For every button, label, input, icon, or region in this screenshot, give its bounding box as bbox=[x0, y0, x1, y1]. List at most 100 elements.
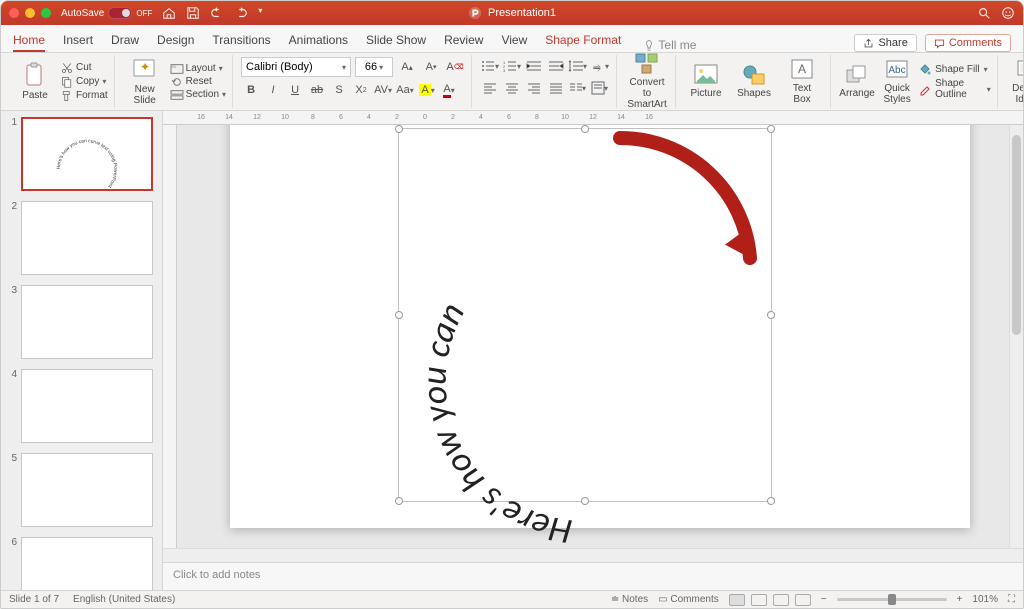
align-right-button[interactable] bbox=[524, 79, 544, 97]
tab-animations[interactable]: Animations bbox=[289, 27, 348, 52]
underline-button[interactable]: U bbox=[285, 81, 305, 99]
increase-font-button[interactable]: A▴ bbox=[397, 58, 417, 76]
autosave-state: OFF bbox=[136, 9, 152, 18]
reading-view-button[interactable] bbox=[773, 594, 789, 606]
tab-transitions[interactable]: Transitions bbox=[212, 27, 270, 52]
design-ideas-button[interactable]: Design Ideas bbox=[1006, 57, 1023, 107]
strike-button[interactable]: ab bbox=[307, 81, 327, 99]
convert-smartart-button[interactable]: Convert to SmartArt bbox=[625, 57, 669, 107]
new-slide-button[interactable]: ✦ New Slide bbox=[123, 57, 167, 107]
indent-right-button[interactable] bbox=[546, 57, 566, 75]
thumbnail-1[interactable]: Here's how you can curve text using Powe… bbox=[21, 117, 153, 191]
zoom-level[interactable]: 101% bbox=[972, 594, 998, 605]
font-color-button[interactable]: A▾ bbox=[439, 81, 459, 99]
font-size-select[interactable]: 66▾ bbox=[355, 57, 393, 77]
bullets-button[interactable]: ▾ bbox=[480, 57, 500, 75]
svg-text:Abc: Abc bbox=[888, 65, 905, 76]
tab-shape-format[interactable]: Shape Format bbox=[545, 27, 621, 52]
comments-button[interactable]: Comments bbox=[925, 34, 1011, 52]
tab-insert[interactable]: Insert bbox=[63, 27, 93, 52]
font-name-select[interactable]: Calibri (Body)▾ bbox=[241, 57, 351, 77]
cut-button[interactable]: Cut bbox=[61, 62, 108, 74]
columns-button[interactable]: ▾ bbox=[568, 79, 588, 97]
thumbnail-5[interactable] bbox=[21, 453, 153, 527]
vertical-scrollbar[interactable] bbox=[1009, 125, 1023, 548]
ribbon-tabs: Home Insert Draw Design Transitions Anim… bbox=[1, 25, 1023, 53]
thumbnail-3[interactable] bbox=[21, 285, 153, 359]
char-spacing-button[interactable]: AV▾ bbox=[373, 81, 393, 99]
tab-home[interactable]: Home bbox=[13, 27, 45, 52]
text-direction-button[interactable]: ⥤▾ bbox=[590, 57, 610, 75]
notes-pane[interactable]: Click to add notes bbox=[163, 562, 1023, 590]
language-indicator[interactable]: English (United States) bbox=[73, 594, 175, 605]
share-button[interactable]: Share bbox=[854, 34, 916, 52]
tab-draw[interactable]: Draw bbox=[111, 27, 139, 52]
numbering-button[interactable]: 123▾ bbox=[502, 57, 522, 75]
tab-slideshow[interactable]: Slide Show bbox=[366, 27, 426, 52]
slideshow-view-button[interactable] bbox=[795, 594, 811, 606]
redo-icon[interactable] bbox=[234, 6, 248, 20]
decrease-font-button[interactable]: A▾ bbox=[421, 58, 441, 76]
home-icon[interactable] bbox=[162, 6, 176, 20]
picture-button[interactable]: Picture bbox=[684, 57, 728, 107]
undo-icon[interactable] bbox=[210, 6, 224, 20]
thumbnail-4[interactable] bbox=[21, 369, 153, 443]
shape-fill-button[interactable]: Shape Fill▾ bbox=[919, 63, 991, 75]
highlight-button[interactable]: A▾ bbox=[417, 81, 437, 99]
reset-button[interactable]: Reset bbox=[171, 76, 226, 87]
tab-review[interactable]: Review bbox=[444, 27, 483, 52]
zoom-in-button[interactable]: + bbox=[957, 594, 963, 605]
shape-outline-button[interactable]: Shape Outline▾ bbox=[919, 78, 991, 100]
qat-more[interactable]: ▾ bbox=[258, 6, 262, 20]
align-center-button[interactable] bbox=[502, 79, 522, 97]
paste-button[interactable]: Paste bbox=[13, 57, 57, 107]
normal-view-button[interactable] bbox=[729, 594, 745, 606]
subscript-button[interactable]: X2 bbox=[351, 81, 371, 99]
justify-button[interactable] bbox=[546, 79, 566, 97]
textbox-button[interactable]: A Text Box bbox=[780, 57, 824, 107]
canvas[interactable]: Here's how you can curve text using Powe… bbox=[177, 125, 1023, 548]
close-window-button[interactable] bbox=[9, 8, 19, 18]
share-icon bbox=[863, 38, 874, 49]
align-left-button[interactable] bbox=[480, 79, 500, 97]
format-painter-button[interactable]: Format bbox=[61, 90, 108, 102]
indent-left-button[interactable] bbox=[524, 57, 544, 75]
copy-button[interactable]: Copy▾ bbox=[61, 76, 108, 88]
comments-toggle[interactable]: ▭ Comments bbox=[658, 594, 719, 605]
zoom-out-button[interactable]: − bbox=[821, 594, 827, 605]
slide-indicator[interactable]: Slide 1 of 7 bbox=[9, 594, 59, 605]
sorter-view-button[interactable] bbox=[751, 594, 767, 606]
notes-toggle[interactable]: ≐ Notes bbox=[611, 594, 648, 605]
layout-button[interactable]: Layout▾ bbox=[171, 63, 226, 74]
autosave-toggle[interactable]: AutoSave OFF bbox=[61, 7, 152, 19]
shapes-button[interactable]: Shapes bbox=[732, 57, 776, 107]
tab-design[interactable]: Design bbox=[157, 27, 194, 52]
thumbnail-6[interactable] bbox=[21, 537, 153, 590]
section-button[interactable]: Section▾ bbox=[171, 89, 226, 100]
thumbnail-2[interactable] bbox=[21, 201, 153, 275]
tab-view[interactable]: View bbox=[501, 27, 527, 52]
arrange-button[interactable]: Arrange bbox=[839, 57, 875, 107]
horizontal-scrollbar[interactable] bbox=[163, 548, 1023, 562]
search-icon[interactable] bbox=[977, 6, 991, 20]
fullscreen-window-button[interactable] bbox=[41, 8, 51, 18]
bold-button[interactable]: B bbox=[241, 81, 261, 99]
slide[interactable]: Here's how you can curve text using Powe… bbox=[230, 125, 970, 528]
red-arrow-icon bbox=[610, 128, 780, 298]
zoom-slider[interactable] bbox=[837, 598, 947, 601]
clear-formatting-button[interactable]: A⌫ bbox=[445, 58, 465, 76]
copy-icon bbox=[61, 76, 73, 88]
minimize-window-button[interactable] bbox=[25, 8, 35, 18]
shadow-button[interactable]: S bbox=[329, 81, 349, 99]
slide-thumbnails[interactable]: 1 Here's how you can curve text using Po… bbox=[1, 111, 163, 590]
tell-me[interactable]: Tell me bbox=[643, 38, 696, 52]
italic-button[interactable]: I bbox=[263, 81, 283, 99]
emoji-icon[interactable] bbox=[1001, 6, 1015, 20]
line-spacing-button[interactable]: ▾ bbox=[568, 57, 588, 75]
save-icon[interactable] bbox=[186, 6, 200, 20]
change-case-button[interactable]: Aa▾ bbox=[395, 81, 415, 99]
quick-styles-button[interactable]: Abc Quick Styles bbox=[879, 57, 915, 107]
designideas-group: Design Ideas bbox=[1000, 55, 1023, 108]
fit-to-window-button[interactable]: ⛶ bbox=[1008, 594, 1015, 605]
align-text-button[interactable]: ▾ bbox=[590, 79, 610, 97]
